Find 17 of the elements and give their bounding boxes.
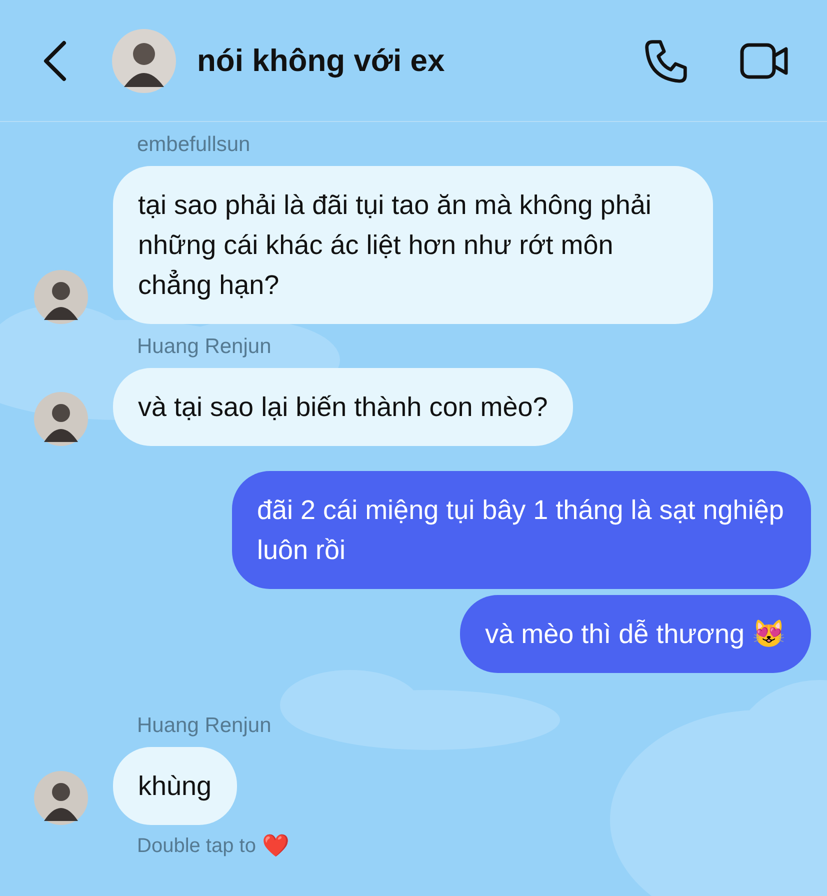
message-bubble: khùng [113,747,237,825]
sender-name: Huang Renjun [137,714,272,738]
message-bubble: đãi 2 cái miệng tụi bây 1 tháng là sạt nghiệp luôn rồi [232,471,811,589]
hint-text: Double tap to [137,834,256,858]
sender-name: embefullsun [137,133,252,157]
avatar [112,28,176,92]
video-icon[interactable] [739,40,789,80]
heart-emoji[interactable]: ❤ [262,833,289,859]
message-bubble: và mèo thì dễ thương 😻 [460,595,811,673]
sender-name: Huang Renjun [137,335,272,359]
avatar [34,771,88,825]
chat-title: nói không với ex [197,42,445,78]
phone-icon[interactable] [643,38,689,84]
avatar [34,392,88,446]
message-bubble: và tại sao lại biến thành con mèo? [113,368,573,446]
message-bubble: tại sao phải là đãi tụi tao ăn mà không phải những cái khác ác liệt hơn như rớt môn chẳng hạn? [113,166,713,324]
avatar [34,270,88,324]
